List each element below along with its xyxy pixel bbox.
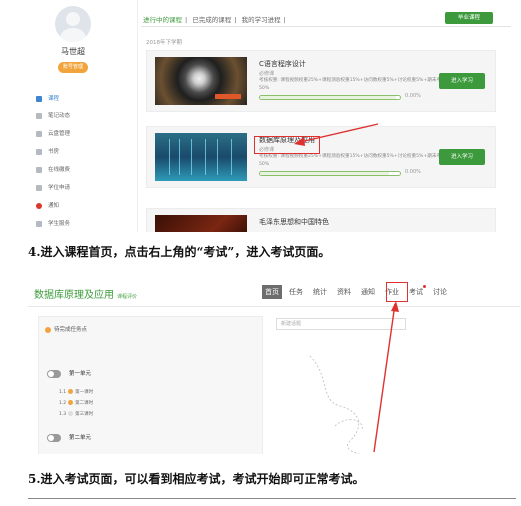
toggle-icon[interactable] <box>47 369 61 378</box>
step-5-caption: 5.进入考试页面，可以看到相应考试，考试开始即可正常考试。 <box>28 472 365 486</box>
course-title: 数据库原理及应用 课程评价 <box>34 286 137 301</box>
chapter-panel: 待完成任务点 第一单元 1.1 第一课时 1.2 第二课时 1.3 第三课时 第二单元 <box>38 316 263 454</box>
lesson-item[interactable]: 1.2 第二课时 <box>59 400 93 406</box>
lesson-label: 第三课时 <box>75 412 94 417</box>
lesson-number: 1.2 <box>59 401 67 406</box>
lesson-label: 第二课时 <box>75 401 94 406</box>
course-list-screenshot: 马世超 账号管理 课程 笔记动态 云盘管理 书房 在线缴费 学位申请 通知 学生… <box>28 0 520 232</box>
highlight-box <box>386 282 408 302</box>
lesson-item[interactable]: 1.1 第一课时 <box>59 389 93 395</box>
lesson-item[interactable]: 1.3 第三课时 <box>59 411 93 417</box>
unit-header[interactable]: 第二单元 <box>47 433 91 442</box>
pending-tasks[interactable]: 待完成任务点 <box>45 325 87 333</box>
unit-label: 第一单元 <box>69 371 92 377</box>
divider <box>28 498 516 499</box>
course-home-screenshot: 数据库原理及应用 课程评价 首页 任务 统计 资料 通知 作业 考试 讨论 待完成任务点 第一单… <box>28 278 520 454</box>
lesson-number: 1.1 <box>59 390 67 395</box>
lesson-label: 第一课时 <box>75 390 94 395</box>
tab-materials[interactable]: 资料 <box>334 285 354 299</box>
task-point-icon <box>68 411 74 416</box>
annotation-arrow <box>294 123 379 146</box>
tab-home[interactable]: 首页 <box>262 285 282 299</box>
toggle-icon[interactable] <box>47 433 61 442</box>
course-nav: 首页 任务 统计 资料 通知 作业 考试 讨论 <box>262 285 454 299</box>
tab-exam[interactable]: 考试 <box>406 285 426 299</box>
tab-discussion[interactable]: 讨论 <box>430 285 450 299</box>
tab-tasks[interactable]: 任务 <box>286 285 306 299</box>
step-4-caption: 4.进入课程首页，点击右上角的“考试”，进入考试页面。 <box>28 245 331 259</box>
tab-notices[interactable]: 通知 <box>358 285 378 299</box>
course-evaluation-link[interactable]: 课程评价 <box>117 294 137 300</box>
lesson-number: 1.3 <box>59 412 67 417</box>
unit-header[interactable]: 第一单元 <box>47 369 91 378</box>
unit-label: 第二单元 <box>69 435 92 441</box>
tab-statistics[interactable]: 统计 <box>310 285 330 299</box>
task-point-icon <box>68 389 74 394</box>
course-name: 数据库原理及应用 <box>34 290 114 301</box>
empty-state-illustration <box>309 355 363 454</box>
task-point-icon <box>68 400 74 405</box>
